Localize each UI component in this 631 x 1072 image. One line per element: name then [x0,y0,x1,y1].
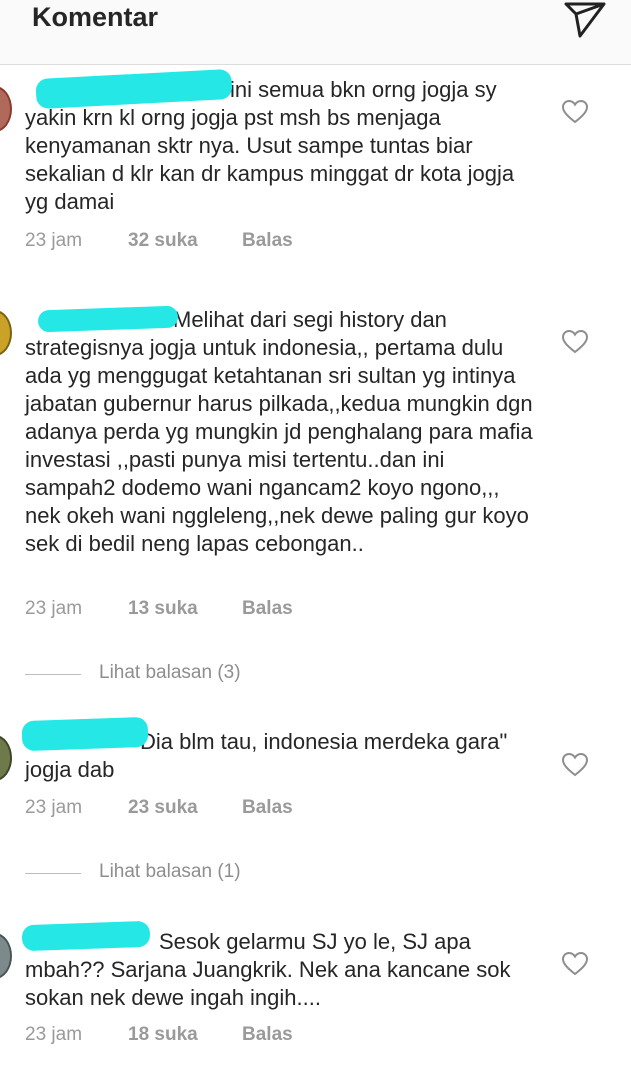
avatar[interactable] [0,310,12,356]
reply-button[interactable]: Balas [242,1024,293,1046]
comment-item: ini semua bkn orng jogja sy yakin krn kl… [0,68,631,260]
comment-time: 23 jam [25,1024,83,1045]
divider-line [25,873,81,874]
like-count[interactable]: 18 suka [128,1024,198,1046]
avatar[interactable] [0,933,12,979]
reply-button[interactable]: Balas [242,598,293,620]
avatar[interactable] [0,86,12,132]
view-replies-label: Lihat balasan (1) [99,861,241,882]
heart-icon[interactable] [562,100,588,124]
comment-meta: 23 jam 13 suka Balas [25,598,325,622]
like-count[interactable]: 13 suka [128,598,198,620]
send-icon[interactable] [560,0,608,40]
view-replies-label: Lihat balasan (3) [99,662,241,683]
comment-meta: 23 jam 23 suka Balas [25,797,325,821]
heart-icon[interactable] [562,952,588,976]
comment-time: 23 jam [25,598,83,619]
comment-meta: 23 jam 32 suka Balas [25,230,325,254]
heart-icon[interactable] [562,330,588,354]
view-replies-button[interactable]: Lihat balasan (1) [25,861,325,887]
page-title: Komentar [32,2,159,32]
redaction-mark [21,920,151,952]
like-count[interactable]: 32 suka [128,230,198,252]
comment-text: Melihat dari segi history dan strategisn… [25,307,533,556]
view-replies-button[interactable]: Lihat balasan (3) [25,662,325,688]
avatar[interactable] [0,735,12,781]
comment-item: Sesok gelarmu SJ yo le, SJ apa mbah?? Sa… [0,920,631,1065]
comment-item: Melihat dari segi history dan strategisn… [0,300,631,700]
like-count[interactable]: 23 suka [128,797,198,819]
heart-icon[interactable] [562,753,588,777]
reply-button[interactable]: Balas [242,797,293,819]
comment-time: 23 jam [25,797,83,818]
redaction-mark [21,716,149,752]
header-bar: Komentar [0,0,631,65]
divider-line [25,674,81,675]
reply-button[interactable]: Balas [242,230,293,252]
comment-item: Dia blm tau, indonesia merdeka gara" jog… [0,716,631,905]
comment-meta: 23 jam 18 suka Balas [25,1024,325,1048]
comment-time: 23 jam [25,230,83,251]
